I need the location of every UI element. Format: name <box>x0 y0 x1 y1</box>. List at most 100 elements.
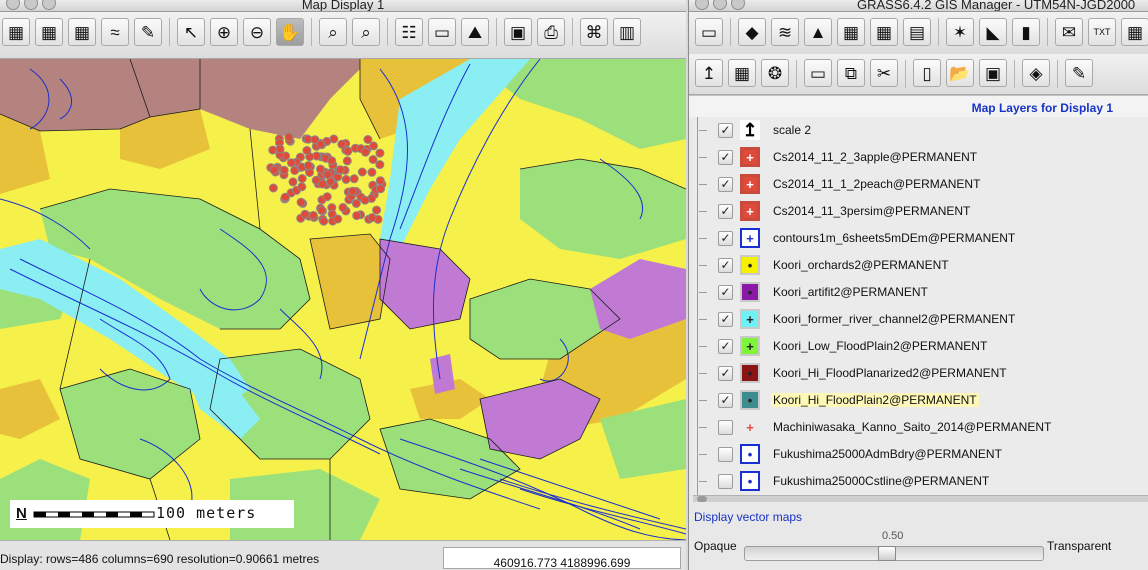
layer-row[interactable]: ✓ + Cs2014_11_2_3apple@PERMANENT <box>693 144 1148 171</box>
point-layer-icon[interactable]: + <box>740 174 760 194</box>
new-file-button[interactable]: ▯ <box>913 59 941 87</box>
display-map-button[interactable]: ▦ <box>2 18 30 46</box>
text-button[interactable]: TXT <box>1088 18 1116 46</box>
layer-visibility-checkbox[interactable]: ✓ <box>718 258 733 273</box>
layer-name[interactable]: Cs2014_11_1_2peach@PERMANENT <box>773 177 980 191</box>
layer-name[interactable]: scale 2 <box>773 123 811 137</box>
layer-visibility-checkbox[interactable]: ✓ <box>718 339 733 354</box>
area-layer-icon[interactable]: • <box>740 255 760 275</box>
layer-name[interactable]: contours1m_6sheets5mDEm@PERMANENT <box>773 231 1015 245</box>
layer-name[interactable]: Koori_Hi_FloodPlain2@PERMANENT <box>771 393 979 407</box>
raster-grid-button[interactable]: ▤ <box>903 18 931 46</box>
area-layer-icon[interactable]: • <box>740 390 760 410</box>
zoom-out-button[interactable]: ⊖ <box>243 18 271 46</box>
erase-display-button[interactable]: ▦ <box>68 18 96 46</box>
scale-north-icon[interactable]: ↥ <box>740 120 760 140</box>
scalebar-button[interactable]: ▦ <box>1121 18 1148 46</box>
point-layer-icon[interactable]: + <box>740 201 760 221</box>
new-display-button[interactable]: ▭ <box>695 18 723 46</box>
frame-button[interactable]: ❂ <box>761 59 789 87</box>
zoom-window-icon[interactable] <box>731 0 745 10</box>
zoom-menu-button[interactable]: ⌕ <box>352 18 380 46</box>
layer-name[interactable]: Cs2014_11_3persim@PERMANENT <box>773 204 970 218</box>
layer-visibility-checkbox[interactable] <box>718 447 733 462</box>
layer-name[interactable]: Koori_Hi_FloodPlanarized2@PERMANENT <box>773 366 1007 380</box>
render-map-button[interactable]: ▦ <box>35 18 63 46</box>
layer-name[interactable]: Koori_orchards2@PERMANENT <box>773 258 949 272</box>
layer-visibility-checkbox[interactable]: ✓ <box>718 366 733 381</box>
layer-visibility-checkbox[interactable]: ✓ <box>718 312 733 327</box>
save-display-button[interactable]: ▣ <box>504 18 532 46</box>
layer-row[interactable]: ✓ • Koori_artifit2@PERMANENT <box>693 279 1148 306</box>
point-layer-icon[interactable]: + <box>740 417 760 437</box>
histogram-button[interactable]: ▲ <box>804 18 832 46</box>
layer-visibility-checkbox[interactable] <box>718 474 733 489</box>
layer-row[interactable]: • Fukushima25000Cstline@PERMANENT <box>693 468 1148 495</box>
close-window-icon[interactable] <box>695 0 709 10</box>
query-button[interactable]: ☷ <box>395 18 423 46</box>
scrollbar-thumb[interactable] <box>697 496 707 502</box>
raster-legend-button[interactable]: ▦ <box>837 18 865 46</box>
layer-row[interactable]: + Machiniwasaka_Kanno_Saito_2014@PERMANEN… <box>693 414 1148 441</box>
layer-row[interactable]: ✓ ↥ scale 2 <box>693 117 1148 144</box>
layer-row[interactable]: ✓ + Cs2014_11_3persim@PERMANENT <box>693 198 1148 225</box>
layer-row[interactable]: • Fukushima25000AdmBdry@PERMANENT <box>693 441 1148 468</box>
cut-button[interactable]: ✂ <box>870 59 898 87</box>
layer-row[interactable]: ✓ • Koori_Hi_FloodPlanarized2@PERMANENT <box>693 360 1148 387</box>
layer-row[interactable]: ✓ + Koori_former_river_channel2@PERMANENT <box>693 306 1148 333</box>
redraw-button[interactable]: ✎ <box>134 18 162 46</box>
label-button[interactable]: ✉ <box>1055 18 1083 46</box>
grid-overlay-button[interactable]: ▦ <box>728 59 756 87</box>
layer-visibility-checkbox[interactable]: ✓ <box>718 204 733 219</box>
line-layer-icon[interactable]: • <box>740 471 760 491</box>
measure-button[interactable]: ▭ <box>428 18 456 46</box>
layer-tree-scrollbar[interactable] <box>693 495 1148 502</box>
layer-visibility-checkbox[interactable]: ✓ <box>718 285 733 300</box>
layer-visibility-checkbox[interactable]: ✓ <box>718 150 733 165</box>
layer-row[interactable]: ✓ + Cs2014_11_1_2peach@PERMANENT <box>693 171 1148 198</box>
digitize-button[interactable]: ✎ <box>1065 59 1093 87</box>
copy-button[interactable]: ⧉ <box>837 59 865 87</box>
print-button[interactable]: ⎙ <box>537 18 565 46</box>
layer-row[interactable]: ✓ • Koori_orchards2@PERMANENT <box>693 252 1148 279</box>
decoration-button[interactable]: ▥ <box>613 18 641 46</box>
analysis-button[interactable]: ⌘ <box>580 18 608 46</box>
area-layer-icon[interactable]: + <box>740 309 760 329</box>
opacity-slider[interactable] <box>744 546 1044 561</box>
layer-tree[interactable]: ✓ ↥ scale 2 ✓ + Cs2014_11_2_3apple@PERMANENT ✓… <box>693 117 1148 495</box>
zoom-back-button[interactable]: ⌕ <box>319 18 347 46</box>
area-layer-icon[interactable]: • <box>740 363 760 383</box>
layer-row[interactable]: ✓ + contours1m_6sheets5mDEm@PERMANENT <box>693 225 1148 252</box>
layer-name[interactable]: Cs2014_11_2_3apple@PERMANENT <box>773 150 977 164</box>
draw-tool-button[interactable]: ≈ <box>101 18 129 46</box>
layer-visibility-checkbox[interactable] <box>718 420 733 435</box>
layer-name[interactable]: Machiniwasaka_Kanno_Saito_2014@PERMANENT <box>773 420 1051 434</box>
raster-button[interactable]: ◆ <box>738 18 766 46</box>
layer-name[interactable]: Fukushima25000Cstline@PERMANENT <box>773 474 989 488</box>
map-canvas[interactable] <box>0 59 686 540</box>
area-layer-icon[interactable]: • <box>740 282 760 302</box>
profile-button[interactable]: ⛰ <box>461 18 489 46</box>
rgb-button[interactable]: ≋ <box>771 18 799 46</box>
georect-button[interactable]: ◈ <box>1022 59 1050 87</box>
save-file-button[interactable]: ▣ <box>979 59 1007 87</box>
layer-name[interactable]: Fukushima25000AdmBdry@PERMANENT <box>773 447 1002 461</box>
layer-visibility-checkbox[interactable]: ✓ <box>718 393 733 408</box>
zoom-in-button[interactable]: ⊕ <box>210 18 238 46</box>
group-folder-button[interactable]: ▭ <box>804 59 832 87</box>
layer-row[interactable]: ✓ + Koori_Low_FloodPlain2@PERMANENT <box>693 333 1148 360</box>
raster-thematic-button[interactable]: ▦ <box>870 18 898 46</box>
point-layer-icon[interactable]: + <box>740 147 760 167</box>
layer-visibility-checkbox[interactable]: ✓ <box>718 231 733 246</box>
layer-name[interactable]: Koori_Low_FloodPlain2@PERMANENT <box>773 339 987 353</box>
layer-name[interactable]: Koori_artifit2@PERMANENT <box>773 285 928 299</box>
layer-row[interactable]: ✓ • Koori_Hi_FloodPlain2@PERMANENT <box>693 387 1148 414</box>
line-layer-icon[interactable]: + <box>740 228 760 248</box>
pointer-button[interactable]: ↖ <box>177 18 205 46</box>
pan-hand-button[interactable]: ✋ <box>276 18 304 46</box>
layer-visibility-checkbox[interactable]: ✓ <box>718 177 733 192</box>
chart-button[interactable]: ▮ <box>1012 18 1040 46</box>
area-layer-icon[interactable]: + <box>740 336 760 356</box>
scale-north-button[interactable]: ↥ <box>695 59 723 87</box>
minimize-window-icon[interactable] <box>713 0 727 10</box>
